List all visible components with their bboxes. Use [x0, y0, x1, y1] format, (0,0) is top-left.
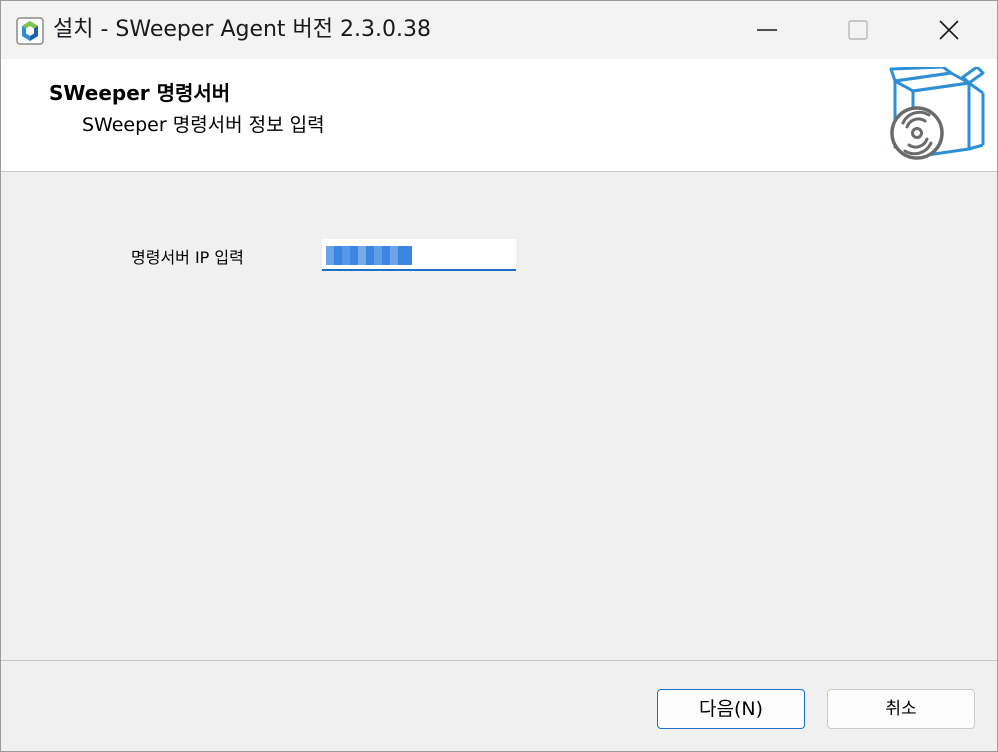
app-icon: [16, 17, 44, 45]
next-button[interactable]: 다음(N): [657, 689, 805, 729]
close-button[interactable]: [903, 1, 995, 59]
installer-window: 설치 - SWeeper Agent 버전 2.3.0.38 SWeeper 명…: [0, 0, 998, 752]
close-icon: [939, 20, 959, 40]
ip-field-label: 명령서버 IP 입력: [131, 248, 244, 267]
cancel-button[interactable]: 취소: [827, 689, 975, 729]
main-content: 명령서버 IP 입력: [1, 172, 997, 660]
minimize-button[interactable]: [721, 1, 813, 59]
minimize-icon: [757, 29, 777, 31]
selected-text-highlight: [326, 246, 412, 265]
server-ip-input[interactable]: [322, 239, 516, 271]
header-banner: SWeeper 명령서버 SWeeper 명령서버 정보 입력: [1, 59, 997, 172]
button-bar: 다음(N) 취소: [1, 660, 997, 751]
box-with-disc-icon: [889, 65, 985, 163]
maximize-icon: [848, 20, 868, 40]
banner-title: SWeeper 명령서버: [49, 81, 231, 105]
ip-value: [322, 239, 323, 240]
window-title: 설치 - SWeeper Agent 버전 2.3.0.38: [53, 17, 431, 42]
maximize-button[interactable]: [812, 1, 904, 59]
banner-subtitle: SWeeper 명령서버 정보 입력: [82, 114, 325, 136]
title-bar[interactable]: 설치 - SWeeper Agent 버전 2.3.0.38: [1, 1, 997, 59]
